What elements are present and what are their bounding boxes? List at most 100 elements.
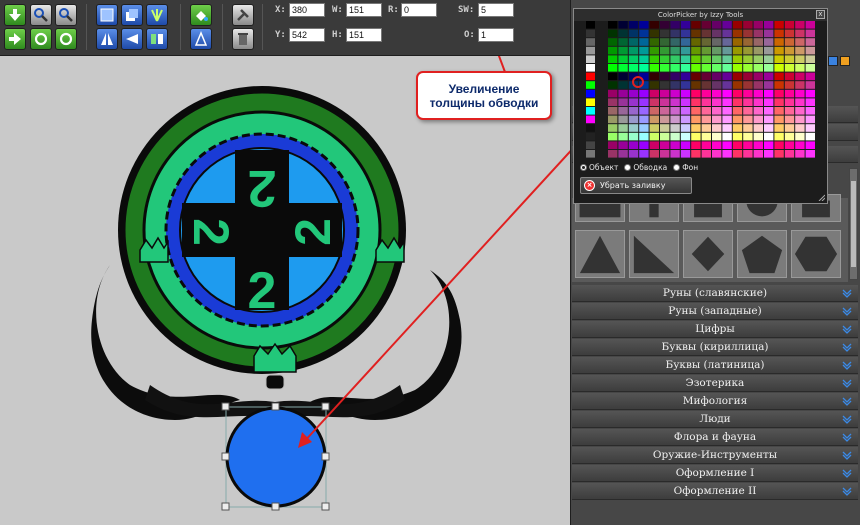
zoom-out-button[interactable] xyxy=(55,4,77,26)
color-swatch[interactable] xyxy=(712,21,722,29)
category-row[interactable]: Буквы (кириллица) xyxy=(572,339,858,356)
color-swatch[interactable] xyxy=(670,141,680,149)
color-swatch[interactable] xyxy=(784,46,795,55)
color-swatch[interactable] xyxy=(774,115,784,124)
color-swatch[interactable] xyxy=(586,132,595,141)
color-swatch[interactable] xyxy=(628,115,639,124)
color-swatch[interactable] xyxy=(670,38,680,46)
color-swatch[interactable] xyxy=(774,38,784,46)
color-swatch[interactable] xyxy=(691,21,701,29)
color-swatch[interactable] xyxy=(618,55,628,63)
color-swatch[interactable] xyxy=(722,46,732,55)
color-swatch[interactable] xyxy=(649,150,659,158)
color-swatch[interactable] xyxy=(732,81,743,89)
color-swatch[interactable] xyxy=(680,141,691,149)
color-swatch[interactable] xyxy=(722,141,732,149)
delete-button[interactable] xyxy=(232,28,254,50)
color-swatch[interactable] xyxy=(784,115,795,124)
color-swatch[interactable] xyxy=(753,64,763,72)
shape-pentagon[interactable] xyxy=(737,230,787,278)
color-swatch[interactable] xyxy=(628,55,639,63)
color-swatch[interactable] xyxy=(764,141,774,149)
blue-badge-icon[interactable] xyxy=(828,56,838,66)
flip-horizontal-button[interactable] xyxy=(96,28,118,50)
color-swatch[interactable] xyxy=(701,81,711,89)
color-swatch[interactable] xyxy=(670,29,680,38)
color-swatch[interactable] xyxy=(774,107,784,115)
color-swatch[interactable] xyxy=(795,21,805,29)
color-swatch[interactable] xyxy=(743,21,753,29)
color-swatch[interactable] xyxy=(753,55,763,63)
color-swatch[interactable] xyxy=(732,38,743,46)
color-swatch[interactable] xyxy=(608,150,618,158)
color-swatch[interactable] xyxy=(691,72,701,81)
color-swatch[interactable] xyxy=(753,150,763,158)
color-swatch[interactable] xyxy=(628,150,639,158)
color-swatch[interactable] xyxy=(743,141,753,149)
color-swatch[interactable] xyxy=(743,89,753,98)
color-swatch[interactable] xyxy=(732,55,743,63)
color-swatch[interactable] xyxy=(670,89,680,98)
color-swatch[interactable] xyxy=(784,132,795,141)
color-swatch[interactable] xyxy=(670,55,680,63)
color-swatch[interactable] xyxy=(649,64,659,72)
rotate-right-button[interactable] xyxy=(55,28,77,50)
color-swatch[interactable] xyxy=(712,132,722,141)
color-swatch[interactable] xyxy=(618,72,628,81)
category-row[interactable]: Руны (западные) xyxy=(572,303,858,320)
color-swatch[interactable] xyxy=(639,72,649,81)
move-right-button[interactable] xyxy=(4,28,26,50)
radio-stroke[interactable]: Обводка xyxy=(624,163,667,172)
color-swatch[interactable] xyxy=(649,107,659,115)
orange-badge-icon[interactable] xyxy=(840,56,850,66)
color-swatch[interactable] xyxy=(639,150,649,158)
color-swatch[interactable] xyxy=(660,89,670,98)
color-swatch[interactable] xyxy=(701,124,711,132)
color-swatch[interactable] xyxy=(639,21,649,29)
color-swatch[interactable] xyxy=(701,55,711,63)
color-swatch[interactable] xyxy=(732,141,743,149)
color-swatch[interactable] xyxy=(732,150,743,158)
color-swatch[interactable] xyxy=(639,115,649,124)
color-swatch[interactable] xyxy=(784,38,795,46)
color-swatch[interactable] xyxy=(774,132,784,141)
emblem-drawing[interactable]: 2 2 2 2 xyxy=(0,56,570,525)
color-swatch-grid[interactable] xyxy=(574,9,827,205)
color-swatch[interactable] xyxy=(660,81,670,89)
category-row[interactable]: Буквы (латиница) xyxy=(572,357,858,374)
color-swatch[interactable] xyxy=(795,89,805,98)
color-swatch[interactable] xyxy=(712,55,722,63)
color-swatch[interactable] xyxy=(680,29,691,38)
color-swatch[interactable] xyxy=(805,141,815,149)
color-swatch[interactable] xyxy=(722,89,732,98)
color-swatch[interactable] xyxy=(784,141,795,149)
color-swatch[interactable] xyxy=(732,89,743,98)
color-swatch[interactable] xyxy=(628,124,639,132)
color-swatch[interactable] xyxy=(712,81,722,89)
color-swatch[interactable] xyxy=(691,64,701,72)
color-swatch[interactable] xyxy=(784,124,795,132)
color-swatch[interactable] xyxy=(805,72,815,81)
color-swatch[interactable] xyxy=(764,81,774,89)
color-swatch[interactable] xyxy=(701,141,711,149)
x-input[interactable]: 380 xyxy=(289,3,325,17)
color-swatch[interactable] xyxy=(628,89,639,98)
color-swatch[interactable] xyxy=(764,89,774,98)
color-swatch[interactable] xyxy=(649,72,659,81)
color-swatch[interactable] xyxy=(680,38,691,46)
color-swatch[interactable] xyxy=(784,64,795,72)
color-swatch[interactable] xyxy=(774,72,784,81)
color-swatch[interactable] xyxy=(649,124,659,132)
flip-vertical-button[interactable] xyxy=(121,28,143,50)
color-swatch[interactable] xyxy=(795,115,805,124)
color-swatch[interactable] xyxy=(712,141,722,149)
color-swatch[interactable] xyxy=(660,38,670,46)
color-swatch[interactable] xyxy=(805,89,815,98)
color-swatch[interactable] xyxy=(805,150,815,158)
color-swatch[interactable] xyxy=(743,115,753,124)
settings-tools-button[interactable] xyxy=(232,4,254,26)
color-swatch[interactable] xyxy=(649,98,659,106)
color-swatch[interactable] xyxy=(701,64,711,72)
color-swatch[interactable] xyxy=(639,107,649,115)
color-swatch[interactable] xyxy=(701,107,711,115)
